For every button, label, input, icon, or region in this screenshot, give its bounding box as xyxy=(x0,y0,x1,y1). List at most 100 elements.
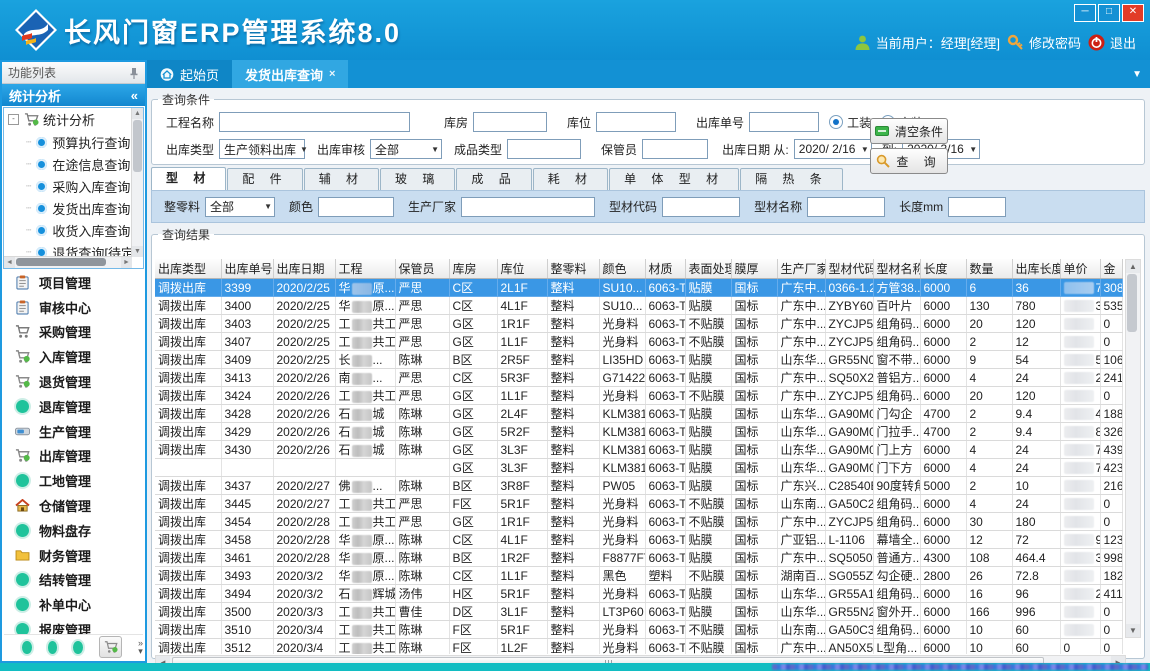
sidebar-item-4[interactable]: 入库管理 xyxy=(4,344,143,369)
maximize-button[interactable]: □ xyxy=(1098,4,1120,22)
sidebar-item-9[interactable]: 工地管理 xyxy=(4,468,143,493)
scroll-up-icon[interactable]: ▲ xyxy=(132,108,143,119)
grid-header-row[interactable]: 出库类型出库单号出库日期工程保管员库房库位整零料颜色材质表面处理膜厚生产厂家型材… xyxy=(155,259,1122,279)
column-header[interactable]: 出库类型 xyxy=(155,259,221,279)
table-row[interactable]: 调拨出库34452020/2/27工共工程严思F区5R1F整料光身料6063-T… xyxy=(155,495,1122,513)
column-header[interactable]: 出库单号 xyxy=(221,259,273,279)
tree-item[interactable]: ┄采购入库查询 xyxy=(4,175,132,197)
table-row[interactable]: 调拨出库34032020/2/25工共工程严思G区1R1F整料光身料6063-T… xyxy=(155,315,1122,333)
column-header[interactable]: 表面处理 xyxy=(685,259,731,279)
table-row[interactable]: 调拨出库34092020/2/25长...陈琳B区2R5F整料LI35HD606… xyxy=(155,351,1122,369)
tab-home[interactable]: 起始页 xyxy=(147,60,232,88)
sidebar-item-3[interactable]: 采购管理 xyxy=(4,320,143,345)
column-header[interactable]: 型材代码 xyxy=(825,259,873,279)
logout-link[interactable]: 退出 xyxy=(1088,33,1136,52)
scroll-down-icon[interactable]: ▼ xyxy=(132,246,143,257)
tree-item[interactable]: ┄发货出库查询 xyxy=(4,197,132,219)
module-dot-icon[interactable] xyxy=(22,641,32,654)
column-header[interactable]: 材质 xyxy=(645,259,685,279)
tree-item[interactable]: ┄预算执行查询 xyxy=(4,131,132,153)
scroll-left-icon[interactable]: ◄ xyxy=(4,257,15,268)
sidebar-item-2[interactable]: 审核中心 xyxy=(4,295,143,320)
profile-code-input[interactable] xyxy=(662,197,740,217)
column-header[interactable]: 数量 xyxy=(966,259,1012,279)
sidebar-item-5[interactable]: 退货管理 xyxy=(4,369,143,394)
sidebar-item-12[interactable]: 财务管理 xyxy=(4,543,143,568)
sidebar-item-7[interactable]: 生产管理 xyxy=(4,419,143,444)
sidebar-item-8[interactable]: 出库管理 xyxy=(4,444,143,469)
radio-gongzhuang[interactable]: 工装 xyxy=(829,114,871,131)
grid-vscroll-thumb[interactable] xyxy=(1127,274,1137,332)
table-row[interactable]: 调拨出库34582020/2/28华原...陈琳C区4L1F整料光身料6063-… xyxy=(155,531,1122,549)
table-row[interactable]: 调拨出库34242020/2/26工共工程严思G区1L1F整料光身料6063-T… xyxy=(155,387,1122,405)
table-row[interactable]: 调拨出库35122020/3/4工共工程陈琳F区1L2F整料光身料6063-T5… xyxy=(155,639,1122,655)
table-row[interactable]: 调拨出库34612020/2/28华原...陈琳B区1R2F整料F8877FT6… xyxy=(155,549,1122,567)
product-type-input[interactable] xyxy=(507,139,581,159)
tree-hscroll-thumb[interactable] xyxy=(16,258,106,266)
warehouse-input[interactable] xyxy=(473,112,547,132)
tree-item[interactable]: ┄收货入库查询 xyxy=(4,219,132,241)
table-row[interactable]: 调拨出库34132020/2/26南...严思C区5R3F整料G71422606… xyxy=(155,369,1122,387)
column-header[interactable]: 整零料 xyxy=(547,259,599,279)
material-tab-1[interactable]: 型 材 xyxy=(151,167,226,190)
material-tab-3[interactable]: 辅 材 xyxy=(304,168,379,190)
scroll-up-icon[interactable]: ▲ xyxy=(1126,260,1140,273)
sidebar-more-button[interactable]: »▾ xyxy=(138,639,143,655)
color-input[interactable] xyxy=(318,197,394,217)
module-dot-icon[interactable] xyxy=(48,641,58,654)
length-input[interactable] xyxy=(948,197,1006,217)
keeper-input[interactable] xyxy=(642,139,708,159)
column-header[interactable]: 长度 xyxy=(920,259,966,279)
tree-collapse-icon[interactable]: - xyxy=(8,114,19,125)
collapse-icon[interactable]: « xyxy=(131,88,138,103)
pin-icon[interactable] xyxy=(129,67,139,79)
out-type-select[interactable]: 生产领料出库▼ xyxy=(219,139,305,159)
table-row[interactable]: 调拨出库34292020/2/26石城陈琳G区5R2F整料KLM38176063… xyxy=(155,423,1122,441)
column-header[interactable]: 保管员 xyxy=(395,259,449,279)
table-row[interactable]: 调拨出库35002020/3/3工共工程曹佳D区3L1F整料LT3P606063… xyxy=(155,603,1122,621)
stats-group-header[interactable]: 统计分析 « xyxy=(2,84,145,106)
order-no-input[interactable] xyxy=(749,112,819,132)
sidebar-item-11[interactable]: 物料盘存 xyxy=(4,518,143,543)
location-input[interactable] xyxy=(596,112,676,132)
tree-item[interactable]: ┄在途信息查询[待 xyxy=(4,153,132,175)
table-row[interactable]: 调拨出库34542020/2/28工共工程严思G区1R1F整料光身料6063-T… xyxy=(155,513,1122,531)
table-row[interactable]: 调拨出库34072020/2/25工共工程严思G区1L1F整料光身料6063-T… xyxy=(155,333,1122,351)
table-row[interactable]: 调拨出库34372020/2/27佛...陈琳B区3R8F整料PW056063-… xyxy=(155,477,1122,495)
table-row[interactable]: 调拨出库35102020/3/4工共工程陈琳F区5R1F整料光身料6063-T5… xyxy=(155,621,1122,639)
sidebar-item-15[interactable]: 报废管理 xyxy=(4,617,143,635)
column-header[interactable]: 膜厚 xyxy=(731,259,777,279)
date-from-select[interactable]: 2020/ 2/16▼ xyxy=(794,139,872,159)
table-row[interactable]: G区3L3F整料KLM38176063-T5贴膜国标山东华...GA90M09.… xyxy=(155,459,1122,477)
search-button[interactable]: 查 询 xyxy=(870,148,948,174)
scroll-right-icon[interactable]: ► xyxy=(121,257,132,268)
cart-module-button[interactable] xyxy=(99,636,122,658)
tree-vertical-scrollbar[interactable]: ▲ ▼ xyxy=(131,108,143,257)
manufacturer-input[interactable] xyxy=(461,197,595,217)
tab-shipment-query[interactable]: 发货出库查询 × xyxy=(232,60,348,88)
table-row[interactable]: 调拨出库34932020/3/2华原...陈琳C区1L1F整料黑色塑料不贴膜国标… xyxy=(155,567,1122,585)
grid-vertical-scrollbar[interactable]: ▲ ▼ xyxy=(1125,259,1141,638)
table-row[interactable]: 调拨出库33992020/2/25华原...严思C区2L1F整料SU10...6… xyxy=(155,279,1122,297)
material-tab-4[interactable]: 玻 璃 xyxy=(380,168,455,190)
profile-name-input[interactable] xyxy=(807,197,885,217)
column-header[interactable]: 颜色 xyxy=(599,259,645,279)
scroll-down-icon[interactable]: ▼ xyxy=(1126,624,1140,637)
material-tab-7[interactable]: 单 体 型 材 xyxy=(609,168,739,190)
minimize-button[interactable]: ─ xyxy=(1074,4,1096,22)
material-tab-6[interactable]: 耗 材 xyxy=(533,168,608,190)
table-row[interactable]: 调拨出库34302020/2/26石城陈琳G区3L3F整料KLM38176063… xyxy=(155,441,1122,459)
sidebar-item-10[interactable]: 仓储管理 xyxy=(4,493,143,518)
material-tab-5[interactable]: 成 品 xyxy=(456,168,531,190)
tree-root-stats[interactable]: - 统计分析 xyxy=(4,108,132,131)
tree-horizontal-scrollbar[interactable]: ◄ ► xyxy=(4,256,132,268)
sidebar-item-6[interactable]: 退库管理 xyxy=(4,394,143,419)
column-header[interactable]: 工程 xyxy=(335,259,395,279)
column-header[interactable]: 生产厂家 xyxy=(777,259,825,279)
material-tab-8[interactable]: 隔 热 条 xyxy=(740,168,843,190)
column-header[interactable]: 出库长度 xyxy=(1012,259,1060,279)
table-row[interactable]: 调拨出库34282020/2/26石城陈琳G区2L4F整料KLM38176063… xyxy=(155,405,1122,423)
material-tab-2[interactable]: 配 件 xyxy=(227,168,302,190)
whole-part-select[interactable]: 全部▼ xyxy=(205,197,275,217)
change-password-link[interactable]: 修改密码 xyxy=(1007,33,1081,52)
